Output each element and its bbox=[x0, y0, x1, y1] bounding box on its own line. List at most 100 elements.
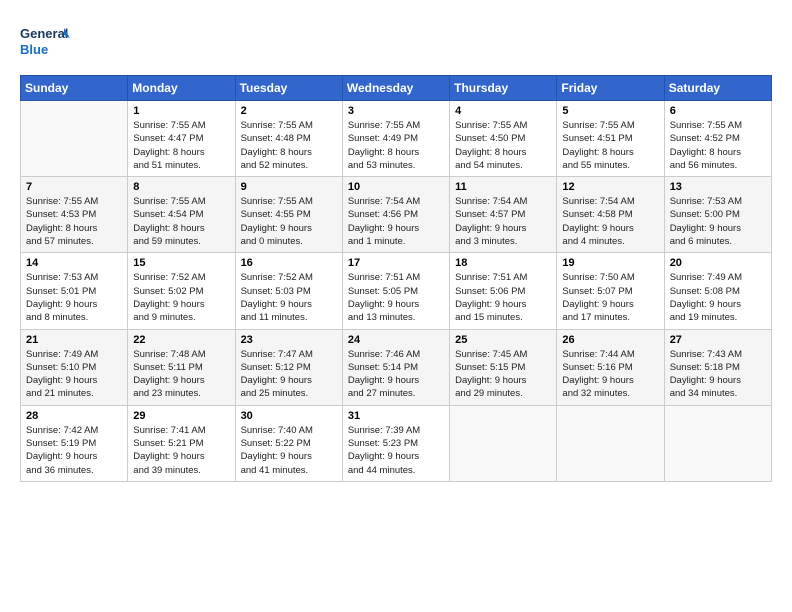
week-row-1: 1 Sunrise: 7:55 AMSunset: 4:47 PMDaylight… bbox=[21, 101, 772, 177]
calendar-cell: 30 Sunrise: 7:40 AMSunset: 5:22 PMDayligh… bbox=[235, 405, 342, 481]
calendar-cell bbox=[557, 405, 664, 481]
day-info: Sunrise: 7:44 AMSunset: 5:16 PMDaylight:… bbox=[562, 348, 658, 401]
week-row-4: 21Sunrise: 7:49 AMSunset: 5:10 PMDayligh… bbox=[21, 329, 772, 405]
day-number: 4 bbox=[455, 105, 551, 117]
day-info: Sunrise: 7:55 AMSunset: 4:54 PMDaylight:… bbox=[133, 195, 229, 248]
calendar-cell bbox=[21, 101, 128, 177]
weekday-header-sunday: Sunday bbox=[21, 76, 128, 101]
calendar-cell: 28Sunrise: 7:42 AMSunset: 5:19 PMDayligh… bbox=[21, 405, 128, 481]
day-info: Sunrise: 7:46 AMSunset: 5:14 PMDaylight:… bbox=[348, 348, 444, 401]
calendar-cell: 8 Sunrise: 7:55 AMSunset: 4:54 PMDaylight… bbox=[128, 177, 235, 253]
day-number: 29 bbox=[133, 410, 229, 422]
weekday-header-wednesday: Wednesday bbox=[342, 76, 449, 101]
week-row-5: 28Sunrise: 7:42 AMSunset: 5:19 PMDayligh… bbox=[21, 405, 772, 481]
logo-svg: General Blue bbox=[20, 20, 70, 65]
day-info: Sunrise: 7:54 AMSunset: 4:58 PMDaylight:… bbox=[562, 195, 658, 248]
calendar-cell: 26Sunrise: 7:44 AMSunset: 5:16 PMDayligh… bbox=[557, 329, 664, 405]
calendar-cell: 25 Sunrise: 7:45 AMSunset: 5:15 PMDayligh… bbox=[450, 329, 557, 405]
day-number: 31 bbox=[348, 410, 444, 422]
calendar-cell: 24 Sunrise: 7:46 AMSunset: 5:14 PMDayligh… bbox=[342, 329, 449, 405]
day-info: Sunrise: 7:55 AMSunset: 4:48 PMDaylight:… bbox=[241, 119, 337, 172]
day-number: 5 bbox=[562, 105, 658, 117]
calendar-cell: 5 Sunrise: 7:55 AMSunset: 4:51 PMDaylight… bbox=[557, 101, 664, 177]
day-info: Sunrise: 7:48 AMSunset: 5:11 PMDaylight:… bbox=[133, 348, 229, 401]
day-number: 3 bbox=[348, 105, 444, 117]
calendar-cell: 2 Sunrise: 7:55 AMSunset: 4:48 PMDaylight… bbox=[235, 101, 342, 177]
day-info: Sunrise: 7:53 AMSunset: 5:00 PMDaylight:… bbox=[670, 195, 766, 248]
day-info: Sunrise: 7:39 AMSunset: 5:23 PMDaylight:… bbox=[348, 424, 444, 477]
day-info: Sunrise: 7:52 AMSunset: 5:02 PMDaylight:… bbox=[133, 271, 229, 324]
calendar-cell: 13 Sunrise: 7:53 AMSunset: 5:00 PMDayligh… bbox=[664, 177, 771, 253]
day-number: 18 bbox=[455, 257, 551, 269]
day-number: 25 bbox=[455, 334, 551, 346]
day-info: Sunrise: 7:54 AMSunset: 4:57 PMDaylight:… bbox=[455, 195, 551, 248]
day-info: Sunrise: 7:40 AMSunset: 5:22 PMDaylight:… bbox=[241, 424, 337, 477]
day-info: Sunrise: 7:43 AMSunset: 5:18 PMDaylight:… bbox=[670, 348, 766, 401]
day-number: 23 bbox=[241, 334, 337, 346]
calendar-cell: 18 Sunrise: 7:51 AMSunset: 5:06 PMDayligh… bbox=[450, 253, 557, 329]
day-info: Sunrise: 7:45 AMSunset: 5:15 PMDaylight:… bbox=[455, 348, 551, 401]
calendar-cell bbox=[450, 405, 557, 481]
day-number: 15 bbox=[133, 257, 229, 269]
day-number: 10 bbox=[348, 181, 444, 193]
calendar-cell: 22Sunrise: 7:48 AMSunset: 5:11 PMDayligh… bbox=[128, 329, 235, 405]
day-info: Sunrise: 7:51 AMSunset: 5:06 PMDaylight:… bbox=[455, 271, 551, 324]
calendar-cell: 3 Sunrise: 7:55 AMSunset: 4:49 PMDaylight… bbox=[342, 101, 449, 177]
calendar-cell: 9 Sunrise: 7:55 AMSunset: 4:55 PMDaylight… bbox=[235, 177, 342, 253]
week-row-3: 14Sunrise: 7:53 AMSunset: 5:01 PMDayligh… bbox=[21, 253, 772, 329]
calendar-table: SundayMondayTuesdayWednesdayThursdayFrid… bbox=[20, 75, 772, 482]
day-info: Sunrise: 7:55 AMSunset: 4:52 PMDaylight:… bbox=[670, 119, 766, 172]
logo: General Blue bbox=[20, 20, 70, 65]
week-row-2: 7 Sunrise: 7:55 AMSunset: 4:53 PMDaylight… bbox=[21, 177, 772, 253]
day-number: 12 bbox=[562, 181, 658, 193]
calendar-cell: 6 Sunrise: 7:55 AMSunset: 4:52 PMDaylight… bbox=[664, 101, 771, 177]
day-info: Sunrise: 7:55 AMSunset: 4:50 PMDaylight:… bbox=[455, 119, 551, 172]
day-info: Sunrise: 7:42 AMSunset: 5:19 PMDaylight:… bbox=[26, 424, 122, 477]
day-number: 30 bbox=[241, 410, 337, 422]
calendar-cell: 29 Sunrise: 7:41 AMSunset: 5:21 PMDayligh… bbox=[128, 405, 235, 481]
day-info: Sunrise: 7:50 AMSunset: 5:07 PMDaylight:… bbox=[562, 271, 658, 324]
day-number: 1 bbox=[133, 105, 229, 117]
day-number: 19 bbox=[562, 257, 658, 269]
day-number: 9 bbox=[241, 181, 337, 193]
day-number: 17 bbox=[348, 257, 444, 269]
day-number: 27 bbox=[670, 334, 766, 346]
day-info: Sunrise: 7:55 AMSunset: 4:53 PMDaylight:… bbox=[26, 195, 122, 248]
calendar-cell bbox=[664, 405, 771, 481]
weekday-header-saturday: Saturday bbox=[664, 76, 771, 101]
day-number: 13 bbox=[670, 181, 766, 193]
calendar-cell: 10 Sunrise: 7:54 AMSunset: 4:56 PMDayligh… bbox=[342, 177, 449, 253]
calendar-cell: 1 Sunrise: 7:55 AMSunset: 4:47 PMDaylight… bbox=[128, 101, 235, 177]
day-info: Sunrise: 7:47 AMSunset: 5:12 PMDaylight:… bbox=[241, 348, 337, 401]
svg-text:General: General bbox=[20, 26, 68, 41]
weekday-header-monday: Monday bbox=[128, 76, 235, 101]
calendar-cell: 17Sunrise: 7:51 AMSunset: 5:05 PMDayligh… bbox=[342, 253, 449, 329]
day-info: Sunrise: 7:52 AMSunset: 5:03 PMDaylight:… bbox=[241, 271, 337, 324]
day-info: Sunrise: 7:55 AMSunset: 4:47 PMDaylight:… bbox=[133, 119, 229, 172]
day-number: 20 bbox=[670, 257, 766, 269]
svg-text:Blue: Blue bbox=[20, 42, 48, 57]
day-number: 21 bbox=[26, 334, 122, 346]
calendar-cell: 19 Sunrise: 7:50 AMSunset: 5:07 PMDayligh… bbox=[557, 253, 664, 329]
weekday-header-tuesday: Tuesday bbox=[235, 76, 342, 101]
calendar-cell: 23 Sunrise: 7:47 AMSunset: 5:12 PMDayligh… bbox=[235, 329, 342, 405]
calendar-cell: 14Sunrise: 7:53 AMSunset: 5:01 PMDayligh… bbox=[21, 253, 128, 329]
day-info: Sunrise: 7:41 AMSunset: 5:21 PMDaylight:… bbox=[133, 424, 229, 477]
day-number: 2 bbox=[241, 105, 337, 117]
day-info: Sunrise: 7:55 AMSunset: 4:51 PMDaylight:… bbox=[562, 119, 658, 172]
day-info: Sunrise: 7:55 AMSunset: 4:49 PMDaylight:… bbox=[348, 119, 444, 172]
day-number: 6 bbox=[670, 105, 766, 117]
calendar-cell: 31 Sunrise: 7:39 AMSunset: 5:23 PMDayligh… bbox=[342, 405, 449, 481]
day-info: Sunrise: 7:55 AMSunset: 4:55 PMDaylight:… bbox=[241, 195, 337, 248]
day-number: 24 bbox=[348, 334, 444, 346]
day-info: Sunrise: 7:54 AMSunset: 4:56 PMDaylight:… bbox=[348, 195, 444, 248]
page-header: General Blue bbox=[20, 20, 772, 65]
day-number: 8 bbox=[133, 181, 229, 193]
calendar-cell: 11 Sunrise: 7:54 AMSunset: 4:57 PMDayligh… bbox=[450, 177, 557, 253]
day-number: 14 bbox=[26, 257, 122, 269]
day-number: 11 bbox=[455, 181, 551, 193]
day-info: Sunrise: 7:49 AMSunset: 5:08 PMDaylight:… bbox=[670, 271, 766, 324]
day-number: 7 bbox=[26, 181, 122, 193]
weekday-header-thursday: Thursday bbox=[450, 76, 557, 101]
day-number: 16 bbox=[241, 257, 337, 269]
